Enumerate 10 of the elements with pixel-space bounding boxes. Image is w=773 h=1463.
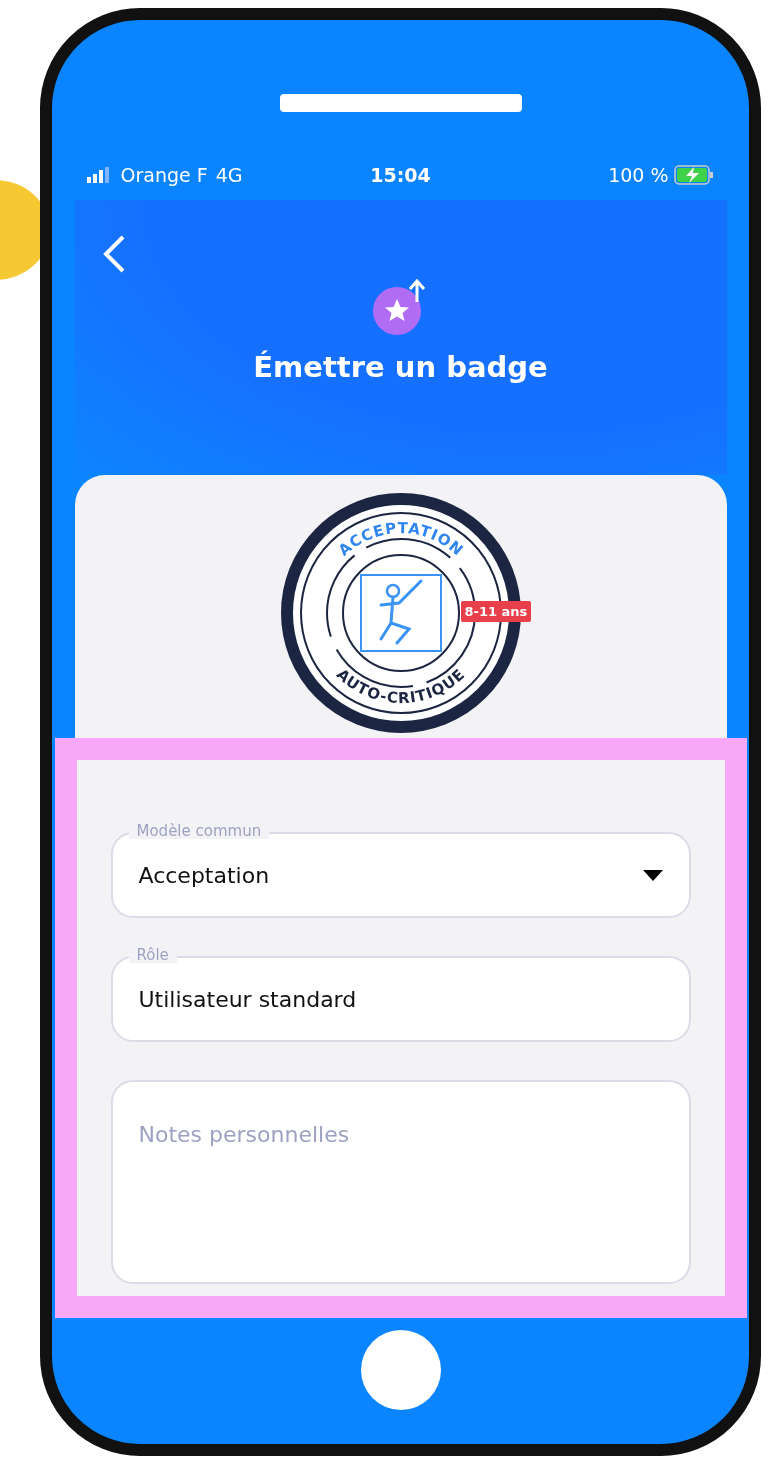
age-tag: 8-11 ans [460, 601, 532, 622]
clock-text: 15:04 [369, 164, 432, 186]
carrier-text: Orange F [120, 164, 208, 186]
caret-icon [642, 869, 663, 881]
page-title: Émettre un badge [253, 350, 548, 384]
battery-text: 100 % [608, 164, 669, 186]
battery-charging-icon [674, 165, 715, 185]
network-text: 4G [215, 164, 243, 186]
field-label: Modèle commun [128, 823, 270, 839]
notes-field[interactable]: Notes personnelles [110, 1080, 691, 1284]
